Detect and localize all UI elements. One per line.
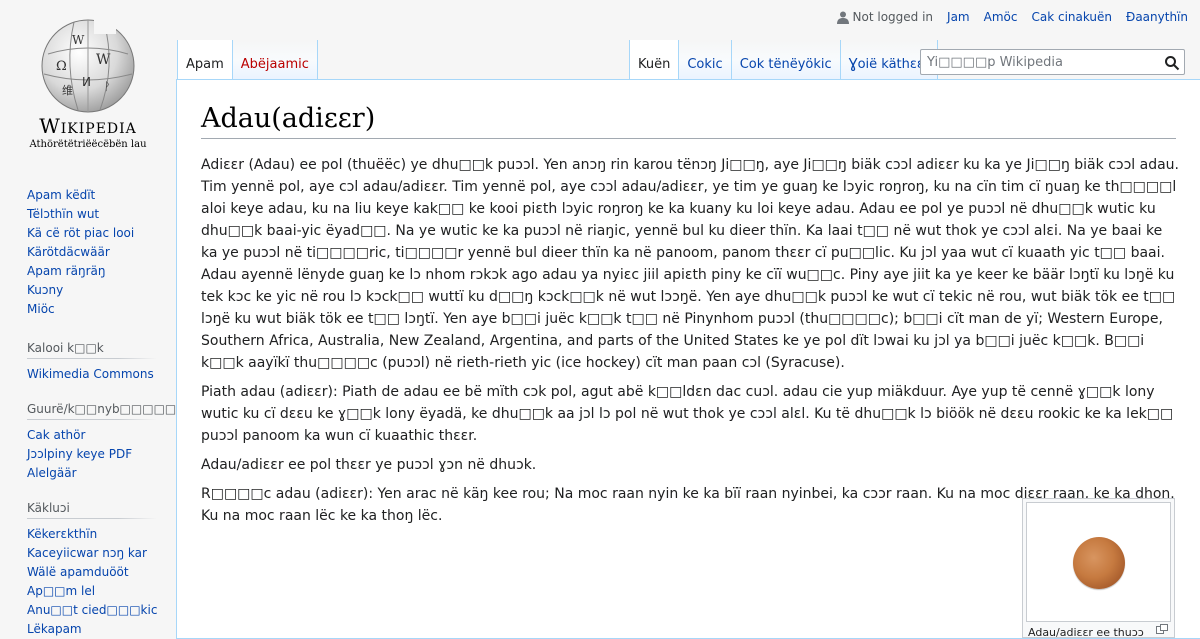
sidebar-heading-print-export: Guurë/k□□nyb□□□□□ë [27, 402, 184, 420]
content-area: Adau(adiɛɛr) Adiɛɛr (Adau) ee pol (thuëë… [176, 79, 1200, 639]
wikipedia-logo[interactable]: W W Ω И 维 ᚹ Wikipedia Athörëtëtriëëcëbën… [0, 0, 176, 160]
tab-read[interactable]: Kuën [629, 40, 680, 80]
enlarge-icon[interactable] [1156, 624, 1168, 634]
sidebar-item-related-changes[interactable]: Kaceyiicwar nɔŋ kar [27, 546, 147, 560]
sidebar-item-current-events[interactable]: Kä cë röt piac looi [27, 226, 134, 240]
svg-text:维: 维 [62, 84, 73, 97]
sidebar-item-main-page[interactable]: Apam këdït [27, 188, 95, 202]
sidebar-item-page-information[interactable]: Anu□□t cied□□□kic [27, 603, 157, 617]
sidebar: Apam këdït Tëlɔthïn wut Kä cë röt piac l… [0, 180, 184, 639]
logo-wordmark: Wikipedia [39, 114, 137, 138]
sidebar-navigation: Apam këdït Tëlɔthïn wut Kä cë röt piac l… [27, 180, 157, 319]
sidebar-item-random-page[interactable]: Apam räŋräŋ [27, 264, 105, 278]
not-logged-in-label: Not logged in [852, 10, 934, 24]
puzzle-globe-icon: W W Ω И 维 ᚹ [41, 16, 135, 113]
sidebar-print-export: Guurë/k□□nyb□□□□□ë Cak athör Jɔɔlpiny ke… [27, 402, 184, 483]
tab-page[interactable]: Apam [177, 40, 233, 80]
tab-edit-source[interactable]: Cok tënëyökic [731, 40, 841, 80]
sidebar-item-cite-page[interactable]: Lëkapam [27, 622, 82, 636]
sidebar-item-create-book[interactable]: Cak athör [27, 428, 85, 442]
thumbnail-figure: Adau/adiɛɛr ee thuɔɔ [1022, 498, 1175, 639]
svg-text:ᚹ: ᚹ [104, 80, 111, 93]
svg-text:И: И [82, 75, 91, 89]
search-input[interactable] [921, 54, 1163, 70]
personal-tools: Not logged in Jam Amöc Cak cinakuën Ɖaan… [836, 10, 1188, 24]
page-title: Adau(adiɛɛr) [201, 102, 1176, 139]
tab-edit-label: Cokic [687, 57, 723, 72]
create-account-link[interactable]: Cak cinakuën [1031, 10, 1112, 24]
sidebar-heading-other-projects: Kalooi k□□k [27, 341, 157, 359]
tab-edit[interactable]: Cokic [679, 40, 732, 80]
tab-view-history-label: Ɣoië käthɛɛr [848, 57, 930, 72]
sidebar-tools: Käkluɔi Këkerɛkthïn Kaceyiicwar nɔŋ kar … [27, 501, 157, 639]
sidebar-heading-tools: Käkluɔi [27, 501, 157, 519]
thumbnail-caption: Adau/adiɛɛr ee thuɔɔ [1028, 626, 1144, 639]
contributions-link[interactable]: Amöc [984, 10, 1018, 24]
sidebar-item-help[interactable]: Kuɔny [27, 283, 63, 297]
article-body: Adiɛɛr (Adau) ee pol (thuëëc) ye dhu□□k … [201, 154, 1179, 534]
tab-edit-source-label: Cok tënëyökic [739, 57, 832, 72]
sidebar-other-projects: Kalooi k□□k Wikimedia Commons [27, 341, 157, 384]
svg-text:Ω: Ω [56, 59, 67, 74]
view-tabs: Kuën Cokic Cok tënëyökic Ɣoië käthɛɛr [629, 40, 939, 80]
namespace-tabs: Apam Abëjaamic [177, 40, 318, 80]
tab-read-label: Kuën [638, 57, 671, 72]
svg-text:W: W [72, 33, 85, 47]
sidebar-item-contents[interactable]: Tëlɔthïn wut [27, 207, 99, 221]
search-box [920, 49, 1185, 75]
sidebar-item-printable-version[interactable]: Alelgäär [27, 466, 77, 480]
tab-talk[interactable]: Abëjaamic [232, 40, 318, 80]
svg-text:W: W [96, 52, 111, 68]
article-paragraph: Adiɛɛr (Adau) ee pol (thuëëc) ye dhu□□k … [201, 157, 1179, 371]
sidebar-item-permanent-link[interactable]: Ap□□m lel [27, 584, 95, 598]
sidebar-item-wikimedia-commons[interactable]: Wikimedia Commons [27, 367, 154, 381]
not-logged-in-status: Not logged in [836, 10, 934, 24]
user-icon [836, 11, 849, 24]
sidebar-item-what-links-here[interactable]: Këkerɛkthïn [27, 527, 97, 541]
sidebar-item-donate[interactable]: Miöc [27, 302, 55, 316]
article-paragraph: Adau/adiɛɛr ee pol thɛɛr ye puɔɔl ɣɔn në… [201, 457, 537, 473]
wooden-disc-image [1073, 537, 1125, 589]
talk-link[interactable]: Jam [947, 10, 970, 24]
thumbnail-image[interactable] [1026, 502, 1171, 622]
article-paragraph: Piath adau (adiɛɛr): Piath de adau ee bë… [201, 384, 1174, 444]
search-icon[interactable] [1164, 55, 1180, 71]
sidebar-item-download-pdf[interactable]: Jɔɔlpiny keye PDF [27, 447, 132, 461]
sidebar-item-recent-changes[interactable]: Kärötdäcwäär [27, 245, 110, 259]
log-in-link[interactable]: Ɖaanythïn [1126, 10, 1188, 24]
sidebar-item-special-pages[interactable]: Wälë apamduööt [27, 565, 129, 579]
tab-talk-label: Abëjaamic [240, 57, 309, 72]
logo-tagline: Athörëtëtriëëcëbën lau [29, 139, 147, 150]
tab-page-label: Apam [186, 57, 224, 72]
